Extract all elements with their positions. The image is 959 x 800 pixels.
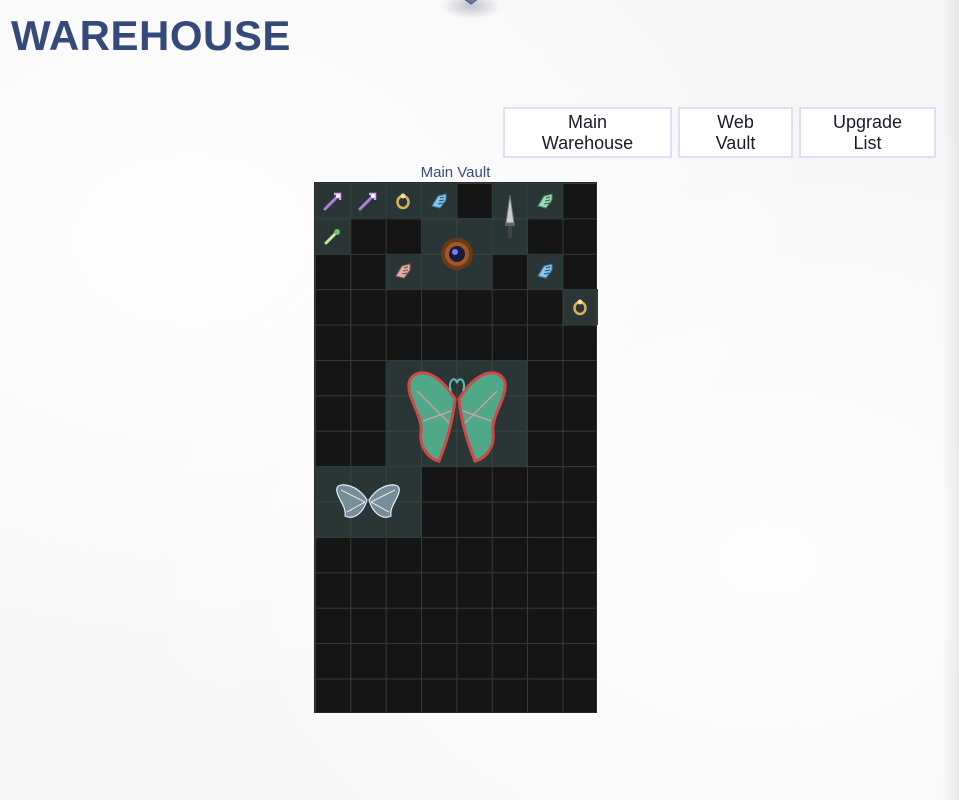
fairy-wings-icon [393,361,521,465]
vault-item-slot[interactable] [385,360,528,467]
vault-item-slot[interactable] [527,253,563,290]
vault-item-slot[interactable] [385,253,422,290]
vault-title: Main Vault [420,164,491,181]
blue-gauntlet-icon [428,190,450,212]
vault-item-slot[interactable] [315,466,422,537]
vault-item-slot[interactable] [421,183,457,219]
upgrade-list-button[interactable]: Upgrade List [799,107,936,158]
pink-gauntlet-icon [392,260,414,282]
vault-item-slot[interactable] [491,183,528,254]
page-title: WAREHOUSE [11,12,291,59]
vault-item-slot[interactable] [527,183,563,219]
dark-orb-shield-icon [437,234,477,274]
vault-grid[interactable] [314,182,598,713]
web-vault-button[interactable]: Web Vault [678,107,793,158]
warehouse-nav: Main Warehouse Web Vault Upgrade List [503,107,936,158]
vault-item-slot[interactable] [315,183,351,219]
vault-item-slot[interactable] [562,289,598,325]
jewel-ring-icon [572,298,588,316]
green-gauntlet-icon [534,190,556,212]
page-edge-shadow [943,0,959,800]
green-wand-icon [323,226,343,246]
crystal-wings-icon [333,480,403,524]
vault-item-slot[interactable] [385,183,422,219]
vault-item-slot[interactable] [421,218,492,290]
main-warehouse-button[interactable]: Main Warehouse [503,107,672,158]
dagger-icon [502,193,518,243]
blue-gauntlet-icon [534,260,556,282]
site-emblem-icon [441,0,501,19]
jewel-ring-icon [395,192,411,210]
vault-item-slot[interactable] [315,218,351,254]
purple-staff-icon [322,190,344,212]
warehouse-page: WAREHOUSE Main Warehouse Web Vault Upgra… [0,0,959,800]
purple-staff-icon [357,190,379,212]
vault-item-slot[interactable] [350,183,386,219]
